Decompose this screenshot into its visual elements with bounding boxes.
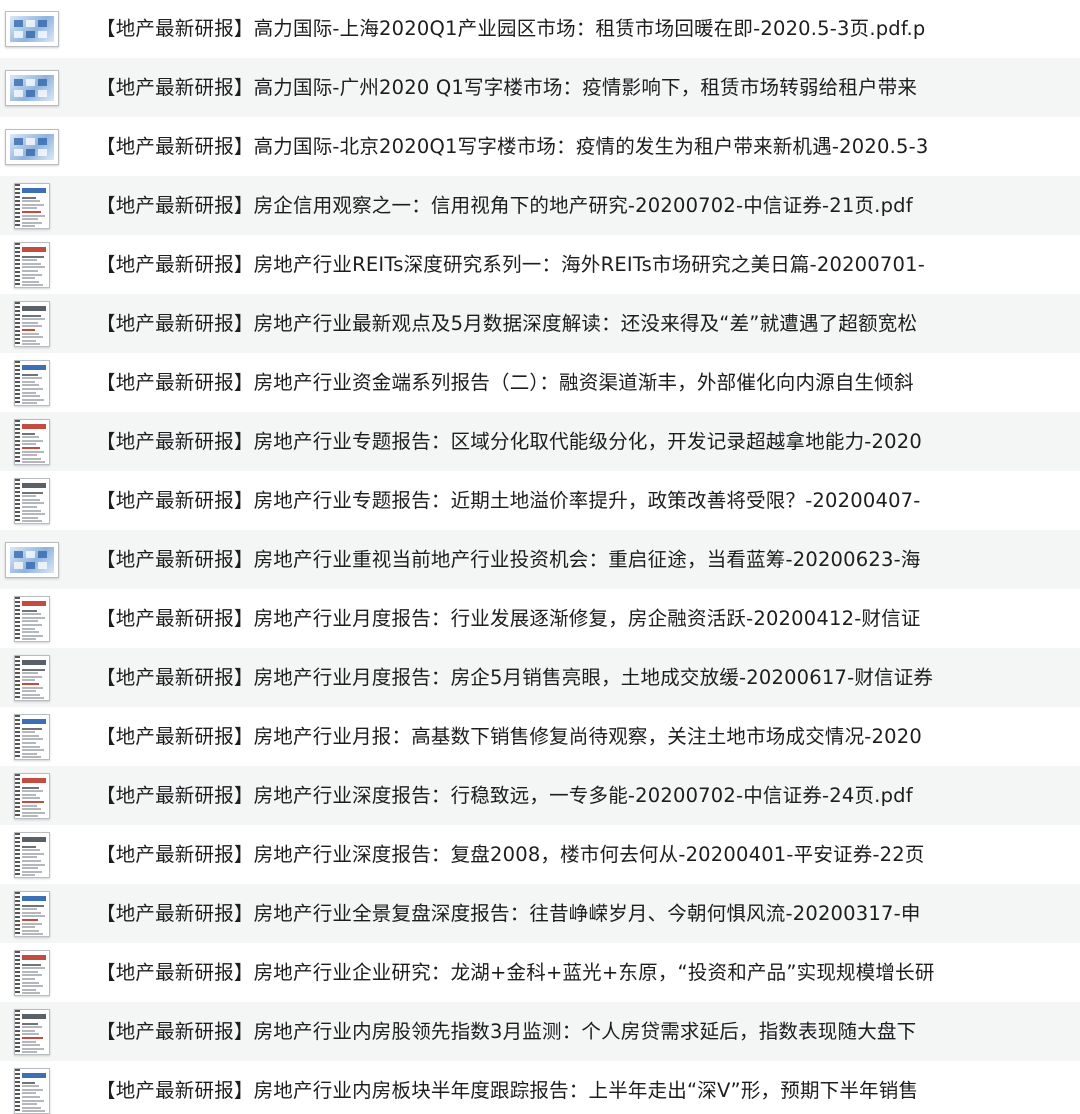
file-name: 【地产最新研报】房地产行业重视当前地产行业投资机会：重启征途，当看蓝筹-2020…	[96, 548, 921, 571]
file-name: 【地产最新研报】房地产行业深度报告：复盘2008，楼市何去何从-20200401…	[96, 843, 925, 866]
file-name: 【地产最新研报】房地产行业REITs深度研究系列一：海外REITs市场研究之美日…	[96, 253, 925, 276]
file-row[interactable]: 【地产最新研报】房地产行业重视当前地产行业投资机会：重启征途，当看蓝筹-2020…	[0, 530, 1080, 589]
file-row[interactable]: 【地产最新研报】房地产行业企业研究：龙湖+金科+蓝光+东原，“投资和产品”实现规…	[0, 943, 1080, 1002]
file-name: 【地产最新研报】房地产行业深度报告：行稳致远，一专多能-20200702-中信证…	[96, 784, 913, 807]
file-row[interactable]: 【地产最新研报】房地产行业内房股领先指数3月监测：个人房贷需求延后，指数表现随大…	[0, 1002, 1080, 1061]
file-row[interactable]: 【地产最新研报】房地产行业资金端系列报告（二）：融资渠道渐丰，外部催化向内源自生…	[0, 353, 1080, 412]
pdf-document-icon	[5, 541, 59, 578]
file-name: 【地产最新研报】房地产行业专题报告：近期土地溢价率提升，政策改善将受限？-202…	[96, 489, 921, 512]
file-name: 【地产最新研报】房地产行业月报：高基数下销售修复尚待观察，关注土地市场成交情况-…	[96, 725, 922, 748]
pdf-document-icon	[14, 890, 50, 937]
file-row[interactable]: 【地产最新研报】高力国际-上海2020Q1产业园区市场：租赁市场回暖在即-202…	[0, 0, 1080, 58]
file-name: 【地产最新研报】房企信用观察之一：信用视角下的地产研究-20200702-中信证…	[96, 194, 913, 217]
file-name: 【地产最新研报】房地产行业最新观点及5月数据深度解读：还没来得及“差”就遭遇了超…	[96, 312, 918, 335]
file-name: 【地产最新研报】房地产行业企业研究：龙湖+金科+蓝光+东原，“投资和产品”实现规…	[96, 961, 935, 984]
file-name: 【地产最新研报】房地产行业资金端系列报告（二）：融资渠道渐丰，外部催化向内源自生…	[96, 371, 914, 394]
pdf-document-icon	[14, 418, 50, 465]
pdf-document-icon	[14, 595, 50, 642]
file-row[interactable]: 【地产最新研报】房地产行业REITs深度研究系列一：海外REITs市场研究之美日…	[0, 235, 1080, 294]
file-row[interactable]: 【地产最新研报】房企信用观察之一：信用视角下的地产研究-20200702-中信证…	[0, 176, 1080, 235]
file-name: 【地产最新研报】房地产行业全景复盘深度报告：往昔峥嵘岁月、今朝何惧风流-2020…	[96, 902, 921, 925]
file-row[interactable]: 【地产最新研报】房地产行业月度报告：房企5月销售亮眼，土地成交放缓-202006…	[0, 648, 1080, 707]
pdf-document-icon	[14, 713, 50, 760]
file-row[interactable]: 【地产最新研报】房地产行业全景复盘深度报告：往昔峥嵘岁月、今朝何惧风流-2020…	[0, 884, 1080, 943]
file-row[interactable]: 【地产最新研报】房地产行业深度报告：复盘2008，楼市何去何从-20200401…	[0, 825, 1080, 884]
file-name: 【地产最新研报】高力国际-广州2020 Q1写字楼市场：疫情影响下，租赁市场转弱…	[96, 76, 918, 99]
pdf-document-icon	[14, 477, 50, 524]
pdf-document-icon	[5, 69, 59, 106]
pdf-document-icon	[14, 1008, 50, 1055]
file-name: 【地产最新研报】房地产行业专题报告：区域分化取代能级分化，开发记录超越拿地能力-…	[96, 430, 922, 453]
file-name: 【地产最新研报】房地产行业月度报告：行业发展逐渐修复，房企融资活跃-202004…	[96, 607, 921, 630]
pdf-document-icon	[14, 772, 50, 819]
pdf-document-icon	[14, 949, 50, 996]
file-name: 【地产最新研报】高力国际-北京2020Q1写字楼市场：疫情的发生为租户带来新机遇…	[96, 135, 929, 158]
file-name: 【地产最新研报】房地产行业月度报告：房企5月销售亮眼，土地成交放缓-202006…	[96, 666, 934, 689]
pdf-document-icon	[14, 241, 50, 288]
pdf-document-icon	[14, 831, 50, 878]
file-row[interactable]: 【地产最新研报】高力国际-北京2020Q1写字楼市场：疫情的发生为租户带来新机遇…	[0, 117, 1080, 176]
file-row[interactable]: 【地产最新研报】高力国际-广州2020 Q1写字楼市场：疫情影响下，租赁市场转弱…	[0, 58, 1080, 117]
file-name: 【地产最新研报】房地产行业内房板块半年度跟踪报告：上半年走出“深V”形，预期下半…	[96, 1079, 919, 1102]
file-row[interactable]: 【地产最新研报】房地产行业深度报告：行稳致远，一专多能-20200702-中信证…	[0, 766, 1080, 825]
pdf-document-icon	[14, 182, 50, 229]
file-name: 【地产最新研报】房地产行业内房股领先指数3月监测：个人房贷需求延后，指数表现随大…	[96, 1020, 917, 1043]
file-name: 【地产最新研报】高力国际-上海2020Q1产业园区市场：租赁市场回暖在即-202…	[96, 17, 926, 40]
file-row[interactable]: 【地产最新研报】房地产行业专题报告：区域分化取代能级分化，开发记录超越拿地能力-…	[0, 412, 1080, 471]
pdf-document-icon	[14, 654, 50, 701]
file-list: 【地产最新研报】高力国际-上海2020Q1产业园区市场：租赁市场回暖在即-202…	[0, 0, 1080, 1114]
pdf-document-icon	[5, 10, 59, 47]
pdf-document-icon	[14, 359, 50, 406]
file-row[interactable]: 【地产最新研报】房地产行业内房板块半年度跟踪报告：上半年走出“深V”形，预期下半…	[0, 1061, 1080, 1114]
file-row[interactable]: 【地产最新研报】房地产行业月报：高基数下销售修复尚待观察，关注土地市场成交情况-…	[0, 707, 1080, 766]
pdf-document-icon	[5, 128, 59, 165]
pdf-document-icon	[14, 1067, 50, 1114]
file-row[interactable]: 【地产最新研报】房地产行业月度报告：行业发展逐渐修复，房企融资活跃-202004…	[0, 589, 1080, 648]
pdf-document-icon	[14, 300, 50, 347]
file-row[interactable]: 【地产最新研报】房地产行业最新观点及5月数据深度解读：还没来得及“差”就遭遇了超…	[0, 294, 1080, 353]
file-row[interactable]: 【地产最新研报】房地产行业专题报告：近期土地溢价率提升，政策改善将受限？-202…	[0, 471, 1080, 530]
